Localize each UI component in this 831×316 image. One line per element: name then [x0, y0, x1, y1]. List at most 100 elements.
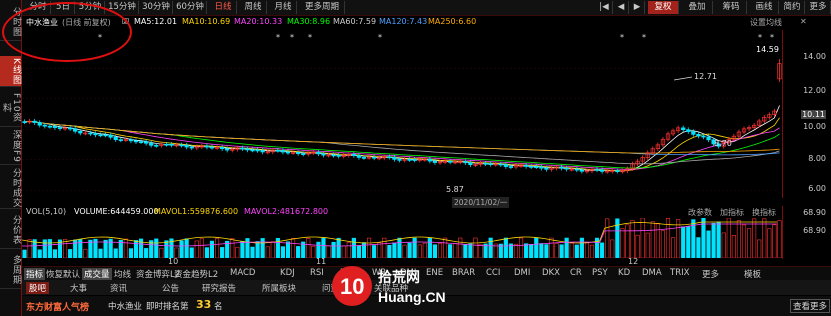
ma5-value: MA5:12.01: [134, 17, 178, 26]
date-strip: 2020/11/02/一: [22, 197, 831, 208]
indicator-tab[interactable]: DKX: [542, 268, 560, 278]
period-tab-30min[interactable]: 30分钟: [140, 1, 173, 14]
indicator-tab[interactable]: TRIX: [670, 268, 689, 278]
candle-body: [468, 162, 473, 166]
chips-button[interactable]: 筹码: [716, 1, 747, 14]
candle-body: [574, 168, 579, 171]
candle-body: [600, 169, 605, 172]
more-rank-button[interactable]: 查看更多: [790, 299, 831, 313]
ma30-line: [24, 121, 780, 169]
overlay-button[interactable]: 叠加: [682, 1, 713, 14]
candle-body: [189, 146, 194, 149]
period-tab-60min[interactable]: 60分钟: [174, 1, 207, 14]
add-indicator-button[interactable]: 加指标: [720, 207, 744, 218]
candle-body: [164, 143, 169, 146]
volume-value: VOLUME:644459.000: [74, 207, 159, 216]
volume-bar: [184, 238, 189, 258]
volume-bar: [392, 242, 397, 258]
nav-prev-button[interactable]: ◀: [614, 1, 629, 14]
draw-button[interactable]: 画线: [750, 1, 779, 14]
simple-button[interactable]: 简约: [780, 1, 805, 14]
ma120-value: MA120:7.43: [379, 17, 428, 26]
sidebar-item-trades[interactable]: 分时成交: [0, 168, 21, 209]
indicator-tab[interactable]: PSY: [592, 268, 608, 278]
volume-chart[interactable]: [22, 218, 782, 258]
volume-bar: [711, 222, 716, 258]
indicator-tab[interactable]: 资金趋势L2: [174, 268, 218, 280]
indicator-tab[interactable]: 成交量: [82, 268, 112, 280]
period-toolbar: 分时 5日 5分钟 15分钟 30分钟 60分钟 日线 周线 月线 更多周期 |…: [22, 0, 831, 16]
switch-indicator-button[interactable]: 换指标: [752, 207, 776, 218]
nav-next-button[interactable]: ▶: [630, 1, 645, 14]
indicator-tab[interactable]: MACD: [230, 268, 255, 278]
volume-bar: [336, 237, 341, 258]
period-tab-monthly[interactable]: 月线: [270, 1, 297, 14]
sidebar-item-f9[interactable]: 深度F9: [0, 128, 21, 165]
month-label: 10: [168, 257, 179, 266]
event-star-icon: *: [758, 33, 762, 42]
candle-body: [432, 160, 438, 163]
volume-bar: [564, 237, 569, 258]
indicator-tab[interactable]: 模板: [744, 268, 761, 280]
indicator-tab[interactable]: CR: [570, 268, 582, 278]
volume-bar: [721, 232, 726, 258]
indicator-tab[interactable]: DMI: [514, 268, 530, 278]
volume-bar: [103, 239, 108, 258]
volume-bar: [645, 232, 650, 258]
candle-body: [22, 121, 27, 123]
volume-bar: [539, 243, 544, 258]
volume-bar: [518, 237, 524, 258]
sidebar-item-price-table[interactable]: 分价表: [0, 212, 21, 249]
candle-body: [285, 151, 291, 154]
nav-first-button[interactable]: |◀: [596, 1, 613, 14]
volume-bar: [194, 240, 199, 258]
indicator-tab[interactable]: CCI: [486, 268, 500, 278]
ma-settings-link[interactable]: 设置均线: [750, 17, 782, 28]
indicator-tab[interactable]: 指标: [24, 268, 46, 280]
candle-body: [47, 125, 52, 128]
indicator-tab[interactable]: 恢复默认: [46, 268, 80, 280]
period-tab-weekly[interactable]: 周线: [240, 1, 267, 14]
bottom-tab[interactable]: 资讯: [110, 282, 127, 294]
indicator-tab[interactable]: 均线: [114, 268, 131, 280]
volume-bar: [529, 244, 534, 258]
period-tab-more[interactable]: 更多周期: [300, 1, 345, 14]
volume-bar: [605, 218, 610, 258]
indicator-tab[interactable]: RSI: [310, 268, 324, 278]
more-button[interactable]: 更多: [806, 1, 831, 14]
bottom-tab[interactable]: 股吧: [26, 282, 50, 294]
bottom-tab[interactable]: 大事: [70, 282, 87, 294]
event-star-icon: *: [642, 33, 646, 42]
candle-body: [559, 166, 564, 169]
indicator-tab[interactable]: 更多: [702, 268, 719, 280]
indicator-tab[interactable]: KD: [618, 268, 630, 278]
indicator-tab[interactable]: DMA: [642, 268, 662, 278]
bottom-tab[interactable]: 所属板块: [262, 282, 296, 294]
adjust-button[interactable]: 复权: [648, 1, 679, 14]
high-annotation: 14.59: [756, 45, 779, 54]
sidebar-item-kline[interactable]: K线图: [0, 56, 21, 87]
volume-bar: [676, 219, 681, 258]
candle-body: [37, 122, 42, 126]
volume-axis: 68.90 68.90: [782, 206, 831, 259]
volume-bar: [630, 220, 635, 258]
volume-bar: [240, 241, 245, 258]
candle-body: [57, 127, 63, 129]
sidebar-item-multi-period[interactable]: 多周期: [0, 252, 21, 289]
volume-bar: [777, 220, 782, 258]
period-tab-daily[interactable]: 日线: [210, 1, 237, 14]
volume-bar: [255, 241, 260, 258]
ma-info-bar: 中水渔业 (日线 前复权) ☑ MA5:12.01 MA10:10.69 MA2…: [22, 16, 831, 29]
volume-bar: [635, 234, 640, 258]
kline-chart[interactable]: * * * * * * * * * 14.59 12.71 8.70 5.87: [22, 30, 782, 198]
close-icon[interactable]: ✕: [800, 17, 807, 26]
candle-body: [392, 156, 397, 160]
edit-params-button[interactable]: 改参数: [688, 207, 712, 218]
bottom-tab[interactable]: 公告: [162, 282, 179, 294]
indicator-tab[interactable]: KDJ: [280, 268, 295, 278]
candle-body: [144, 141, 149, 144]
bottom-tab[interactable]: 研究报告: [202, 282, 236, 294]
price-label: 8.00: [808, 154, 826, 163]
volume-bar: [554, 243, 559, 258]
sidebar-item-f10[interactable]: F10资料: [0, 90, 21, 127]
